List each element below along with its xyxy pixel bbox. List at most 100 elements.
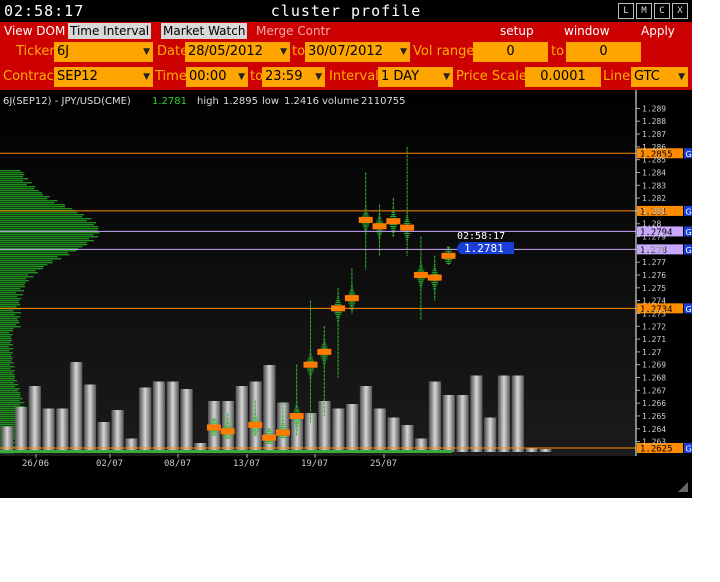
cluster-row [323, 368, 325, 370]
cluster-row [323, 328, 325, 330]
cluster-row [310, 328, 311, 330]
date-from-select[interactable]: 28/05/2012 ▼ [185, 42, 290, 62]
cluster-row [365, 174, 367, 176]
window-lock-button[interactable]: L [618, 3, 634, 19]
cluster-row [378, 216, 381, 218]
cluster-row [365, 264, 367, 266]
last-price-marker: 02:58:17 1.2781 [455, 231, 514, 255]
interval-select[interactable]: 1 DAY ▼ [378, 67, 453, 87]
cluster-row [306, 368, 315, 370]
cluster-row [379, 244, 380, 246]
cluster-row [224, 425, 231, 427]
y-tick-label: 1.273 [642, 309, 666, 318]
cluster-row [406, 190, 408, 192]
cluster-row [406, 246, 408, 248]
ticker-label: Ticker [16, 44, 55, 59]
profile-row [0, 258, 62, 260]
cluster-row [349, 290, 354, 292]
cluster-row [306, 360, 315, 362]
cluster-row [310, 394, 311, 396]
cluster-row [365, 254, 367, 256]
cluster-row [392, 204, 394, 206]
cluster-row [417, 270, 425, 272]
x-tick-label: 26/06 [22, 459, 49, 469]
cluster-row [296, 384, 298, 386]
profile-row [0, 394, 21, 396]
cluster-row [434, 299, 436, 301]
cluster-row [406, 186, 408, 188]
cluster-row [323, 370, 325, 372]
cluster-row [365, 242, 367, 244]
volume-bar [83, 384, 97, 452]
cluster-row [310, 314, 311, 316]
contract-select[interactable]: SEP12 ▼ [54, 67, 153, 87]
cluster-row [224, 437, 231, 439]
menu-view-dom[interactable]: View DOM [2, 23, 67, 39]
cluster-profile-chart[interactable]: 1.2855 G1.281 G1.2794 G1.278 G1.2734 G1.2625 G… [0, 90, 692, 498]
cluster-row [365, 172, 367, 174]
profile-row [0, 226, 99, 228]
menu-setup[interactable]: setup [498, 23, 536, 39]
profile-row [0, 342, 11, 344]
vol-to-input[interactable]: 0 [566, 42, 641, 62]
cluster-row [210, 422, 218, 424]
cluster-row [337, 289, 339, 291]
cluster-row [420, 250, 422, 252]
cluster-row [296, 388, 298, 390]
y-tick-label: 1.266 [642, 399, 666, 408]
cluster-row [420, 258, 422, 260]
profile-row [0, 254, 70, 256]
cluster-row [351, 312, 353, 314]
menu-time-interval[interactable]: Time Interval [68, 23, 152, 39]
cluster-row [364, 232, 367, 234]
cluster-poc [220, 428, 235, 435]
cluster-row [310, 312, 311, 314]
menu-market-watch[interactable]: Market Watch [161, 23, 248, 39]
window-close-button[interactable]: X [672, 3, 688, 19]
time-to-select[interactable]: 23:59 ▼ [262, 67, 325, 87]
price-scale-input[interactable]: 0.0001 [525, 67, 601, 87]
line-select[interactable]: GTC ▼ [631, 67, 688, 87]
cluster-row [404, 220, 410, 222]
cluster-row [365, 188, 367, 190]
cluster-row [337, 353, 339, 355]
time-from-select[interactable]: 00:00 ▼ [186, 67, 248, 87]
profile-row [0, 208, 72, 210]
cluster-row [406, 252, 408, 254]
cluster-row [365, 240, 367, 242]
cluster-row [226, 419, 229, 421]
cluster-row [376, 232, 383, 234]
date-to-select[interactable]: 30/07/2012 ▼ [305, 42, 410, 62]
ticker-select[interactable]: 6J ▼ [54, 42, 153, 62]
apply-button[interactable]: Apply [639, 23, 677, 39]
window-config-button[interactable]: C [654, 3, 670, 19]
cluster-row [252, 418, 258, 420]
cluster-row [337, 335, 339, 337]
resize-grip-icon[interactable] [678, 482, 688, 492]
level-g-label: G [686, 305, 692, 314]
cluster-row [420, 242, 422, 244]
volume-bar [70, 362, 83, 452]
profile-row [0, 376, 16, 378]
menu-merge-contr[interactable]: Merge Contr [254, 23, 332, 39]
y-tick-label: 1.281 [642, 207, 666, 216]
profile-row [0, 172, 24, 174]
vol-from-input[interactable]: 0 [473, 42, 548, 62]
profile-row [0, 382, 14, 384]
cluster-row [365, 184, 367, 186]
y-tick-label: 1.285 [642, 156, 666, 165]
cluster-row [434, 263, 436, 265]
menu-window[interactable]: window [562, 23, 612, 39]
window-title: cluster profile [270, 2, 422, 20]
window-minimize-button[interactable]: M [636, 3, 652, 19]
cluster-row [323, 326, 325, 328]
cluster-row [406, 180, 408, 182]
cluster-row [376, 220, 383, 222]
profile-row [0, 218, 92, 220]
volume-bar [456, 395, 469, 452]
cluster-row [406, 214, 408, 216]
profile-row [0, 198, 48, 200]
cluster-row [323, 400, 325, 402]
cluster-row [351, 276, 353, 278]
cluster-row [323, 384, 325, 386]
